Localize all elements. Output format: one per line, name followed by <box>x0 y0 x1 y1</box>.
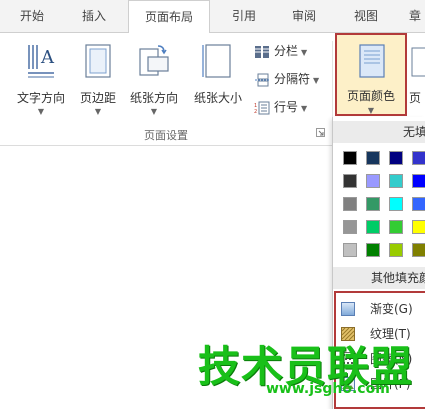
chevron-down-icon: ▼ <box>367 106 375 115</box>
tab-insert[interactable]: 插入 <box>72 0 116 33</box>
paper-size-button[interactable]: 纸张大小 <box>188 37 248 125</box>
text-direction-button[interactable]: A 文字方向 ▼ <box>10 37 72 125</box>
color-swatch[interactable] <box>389 151 403 165</box>
page-border-icon <box>411 47 425 77</box>
tab-review[interactable]: 审阅 <box>282 0 326 33</box>
no-fill-color-option[interactable]: 无填 <box>333 121 425 143</box>
chevron-down-icon: ▼ <box>301 48 308 57</box>
page-border-label: 页 <box>409 91 422 105</box>
color-swatch[interactable] <box>389 197 403 211</box>
color-swatch[interactable] <box>343 174 357 188</box>
text-direction-icon: A <box>28 45 55 78</box>
paper-size-label: 纸张大小 <box>193 91 242 105</box>
columns-icon <box>255 45 269 58</box>
line-numbers-label: 行号 <box>274 100 299 114</box>
tab-chapter[interactable]: 章 <box>402 0 425 33</box>
color-swatch[interactable] <box>343 197 357 211</box>
columns-button[interactable]: 分栏 ▼ <box>254 41 307 61</box>
tab-references[interactable]: 引用 <box>222 0 266 33</box>
orientation-icon <box>139 45 169 76</box>
chevron-down-icon: ▼ <box>37 107 45 116</box>
page-color-icon <box>359 44 385 78</box>
margins-label: 页边距 <box>79 91 116 105</box>
color-swatch[interactable] <box>412 220 425 234</box>
chevron-down-icon: ▼ <box>150 107 158 116</box>
color-swatch[interactable] <box>412 243 425 257</box>
color-swatch[interactable] <box>412 174 425 188</box>
color-swatch[interactable] <box>366 243 380 257</box>
color-swatch[interactable] <box>389 220 403 234</box>
margins-icon <box>85 44 111 78</box>
watermark-url: www.jsgho.com <box>266 381 390 397</box>
tab-page-layout[interactable]: 页面布局 <box>128 0 210 34</box>
text-direction-label: 文字方向 <box>16 91 65 105</box>
columns-label: 分栏 <box>274 44 299 58</box>
page-color-button[interactable]: 页面颜色 ▼ <box>335 33 407 116</box>
tab-view[interactable]: 视图 <box>344 0 388 33</box>
color-swatch[interactable] <box>343 243 357 257</box>
color-swatch[interactable] <box>412 151 425 165</box>
watermark: 技术员联盟 www.jsgho.com <box>198 333 425 409</box>
chevron-down-icon: ▼ <box>94 107 102 116</box>
color-swatch[interactable] <box>343 220 357 234</box>
breaks-icon <box>255 73 269 86</box>
dialog-launcher-icon[interactable] <box>316 128 325 137</box>
more-fill-colors-option[interactable]: 其他填充颜 <box>333 267 425 289</box>
color-swatch[interactable] <box>366 220 380 234</box>
breaks-label: 分隔符 <box>274 72 311 86</box>
orientation-button[interactable]: 纸张方向 ▼ <box>124 37 184 125</box>
paper-size-icon <box>202 44 231 78</box>
svg-text:2: 2 <box>254 109 257 115</box>
breaks-button[interactable]: 分隔符 ▼ <box>254 69 319 89</box>
color-swatch[interactable] <box>366 174 380 188</box>
line-numbers-button[interactable]: 1 2 行号 ▼ <box>254 97 307 117</box>
color-swatch[interactable] <box>366 151 380 165</box>
page-border-button[interactable]: 页 <box>409 37 425 117</box>
chevron-down-icon: ▼ <box>301 104 308 113</box>
color-swatch[interactable] <box>412 197 425 211</box>
tab-home[interactable]: 开始 <box>10 0 54 33</box>
color-swatch[interactable] <box>389 243 403 257</box>
color-swatch[interactable] <box>366 197 380 211</box>
color-swatch[interactable] <box>343 151 357 165</box>
margins-button[interactable]: 页边距 ▼ <box>76 37 120 125</box>
svg-text:A: A <box>40 47 55 68</box>
ribbon-tab-bar: 开始 插入 页面布局 引用 审阅 视图 章 <box>0 0 425 34</box>
color-swatch[interactable] <box>389 174 403 188</box>
page-color-label: 页面颜色 <box>346 89 395 103</box>
page-setup-group-label: 页面设置 <box>144 129 188 142</box>
line-numbers-icon: 1 2 <box>254 101 270 115</box>
chevron-down-icon: ▼ <box>313 76 320 85</box>
orientation-label: 纸张方向 <box>129 91 178 105</box>
